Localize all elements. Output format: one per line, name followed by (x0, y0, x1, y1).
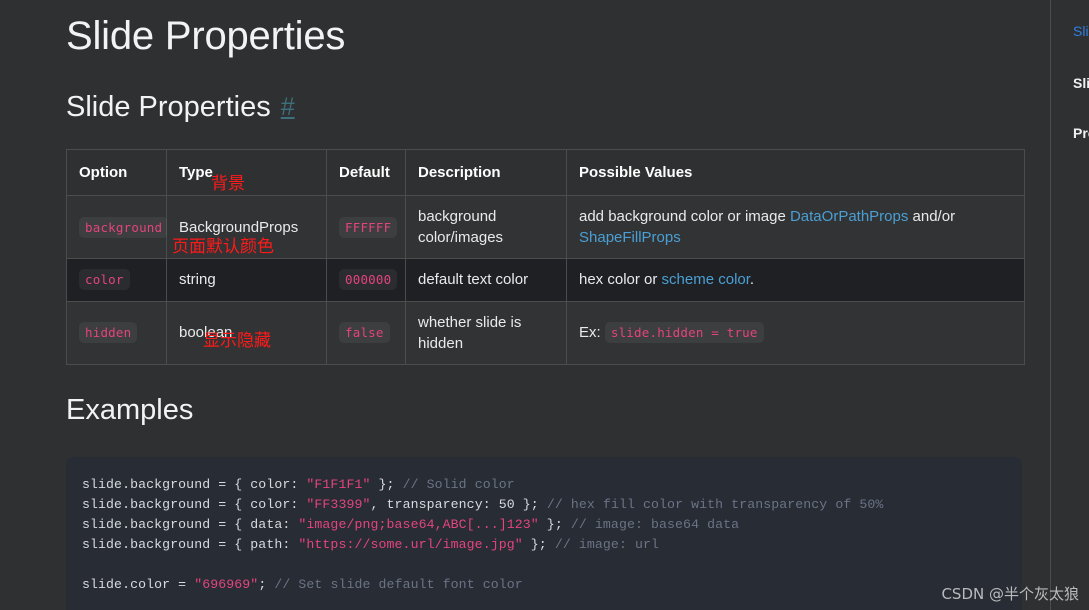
documentation-page: Slide Properties Slide Properties # Optio… (0, 0, 1050, 610)
column-header-description: Description (405, 148, 567, 196)
code-token: slide.color = (82, 577, 195, 593)
column-header-possible-values: Possible Values (566, 148, 1025, 196)
page-title: Slide Properties (66, 14, 346, 58)
table-row: background 背景 BackgroundProps FFFFFF bac… (66, 175, 1025, 260)
code-token: "696969" (194, 577, 259, 593)
code-token: "F1F1F1" (306, 477, 371, 493)
cell-option: color (66, 258, 167, 302)
code-line: slide.background = { color: "FF3399", tr… (82, 495, 1006, 515)
type-value: string (179, 271, 216, 289)
code-token: // image: url (554, 537, 660, 553)
code-example-content: slide.background = { color: "F1F1F1" }; … (82, 475, 1006, 595)
type-value: BackgroundProps (179, 218, 299, 236)
code-example-block: slide.background = { color: "F1F1F1" }; … (66, 457, 1022, 610)
toc-list: Slide Properties Slide Properties Proper… (1073, 22, 1089, 175)
cell-description: whether slide is hidden (405, 300, 567, 366)
section-heading: Slide Properties # (66, 91, 1024, 124)
code-token: // Set slide default font color (274, 577, 523, 593)
column-header-default: Default (326, 148, 406, 196)
table-body: background 背景 BackgroundProps FFFFFF bac… (66, 175, 1025, 366)
code-line: slide.color = "696969"; // Set slide def… (82, 575, 1006, 595)
default-code-ffffff: FFFFFF (339, 216, 398, 238)
link-dataorpathprops[interactable]: DataOrPathProps (790, 208, 908, 225)
table-row: color 页面默认颜色 string 000000 default text … (66, 239, 1025, 302)
section-heading-text: Slide Properties (66, 91, 271, 123)
possible-values-text-lead: hex color or (579, 271, 662, 289)
cell-possible-values: Ex: slide.hidden = true (566, 300, 1025, 366)
code-token: slide.background = { data: (82, 517, 299, 533)
toc-item-slide-properties[interactable]: Slide Properties (1073, 74, 1089, 92)
possible-values-text-mid: . (749, 271, 755, 289)
example-code-hidden: slide.hidden = true (604, 322, 764, 344)
examples-heading: Examples (66, 394, 194, 427)
table-header: Option Type Default Description Possible… (66, 148, 1025, 196)
code-token: slide.background = { color: (82, 497, 307, 513)
cell-type: boolean 显示隐藏 (166, 300, 327, 366)
possible-values-text-lead: add background color or image (579, 207, 790, 225)
link-scheme-color[interactable]: scheme color (662, 271, 750, 288)
code-token: , transparency: (370, 497, 499, 513)
toc-item-properties[interactable]: Properties (1073, 124, 1089, 142)
code-line: slide.background = { path: "https://some… (82, 535, 1006, 555)
code-token: slide.background = { path: (82, 537, 299, 553)
option-code-background: background (79, 216, 169, 238)
slide-properties-table: Option Type Default Description Possible… (66, 148, 1025, 366)
code-token: // image: base64 data (570, 517, 740, 533)
table-of-contents-sidebar: Slide Properties Slide Properties Proper… (1050, 0, 1089, 610)
option-code-hidden: hidden (79, 322, 138, 344)
cell-default: false (326, 300, 406, 366)
link-shapefillprops[interactable]: ShapeFillProps (579, 229, 681, 246)
table-header-row: Option Type Default Description Possible… (66, 148, 1025, 196)
possible-values-text-mid: and/or (908, 207, 956, 225)
cell-description: background color/images (405, 194, 567, 260)
cell-description: default text color (405, 258, 567, 302)
default-code-false: false (339, 322, 390, 344)
code-token: }; (514, 497, 547, 513)
option-code-color: color (79, 269, 130, 291)
default-code-000000: 000000 (339, 269, 398, 291)
code-line: slide.background = { data: "image/png;ba… (82, 515, 1006, 535)
code-token: // Solid color (402, 477, 515, 493)
table-row: hidden boolean 显示隐藏 false whether slide … (66, 300, 1025, 366)
code-token: }; (522, 537, 555, 553)
code-token: }; (370, 477, 403, 493)
code-token: "FF3399" (306, 497, 371, 513)
code-token: "image/png;base64,ABC[...]123" (298, 517, 539, 533)
code-line: slide.background = { color: "F1F1F1" }; … (82, 475, 1006, 495)
code-token: // hex fill color with transparency of 5… (546, 497, 884, 513)
cell-type: 背景 BackgroundProps (166, 175, 327, 260)
cell-option: background (66, 194, 169, 260)
cell-possible-values: hex color or scheme color. (566, 258, 1025, 302)
column-header-type: Type (166, 148, 327, 196)
column-header-option: Option (66, 148, 167, 196)
possible-values-text-lead: Ex: (579, 324, 605, 342)
cell-default: FFFFFF (326, 194, 406, 260)
anchor-link-icon[interactable]: # (281, 93, 295, 121)
cell-default: 000000 (326, 258, 406, 302)
code-token: 50 (498, 497, 515, 513)
cell-type: 页面默认颜色 string (166, 239, 327, 302)
type-value: boolean (179, 324, 233, 342)
watermark: CSDN @半个灰太狼 (941, 585, 1079, 603)
content-area: Slide Properties Slide Properties # Optio… (66, 0, 1025, 610)
cell-option: hidden (66, 300, 167, 366)
code-token: "https://some.url/image.jpg" (298, 537, 523, 553)
toc-item-slide-properties-active[interactable]: Slide Properties (1073, 22, 1089, 40)
code-token: ; (258, 577, 275, 593)
code-token: slide.background = { color: (82, 477, 307, 493)
cell-possible-values: add background color or image DataOrPath… (566, 194, 1025, 260)
code-token: }; (538, 517, 571, 533)
